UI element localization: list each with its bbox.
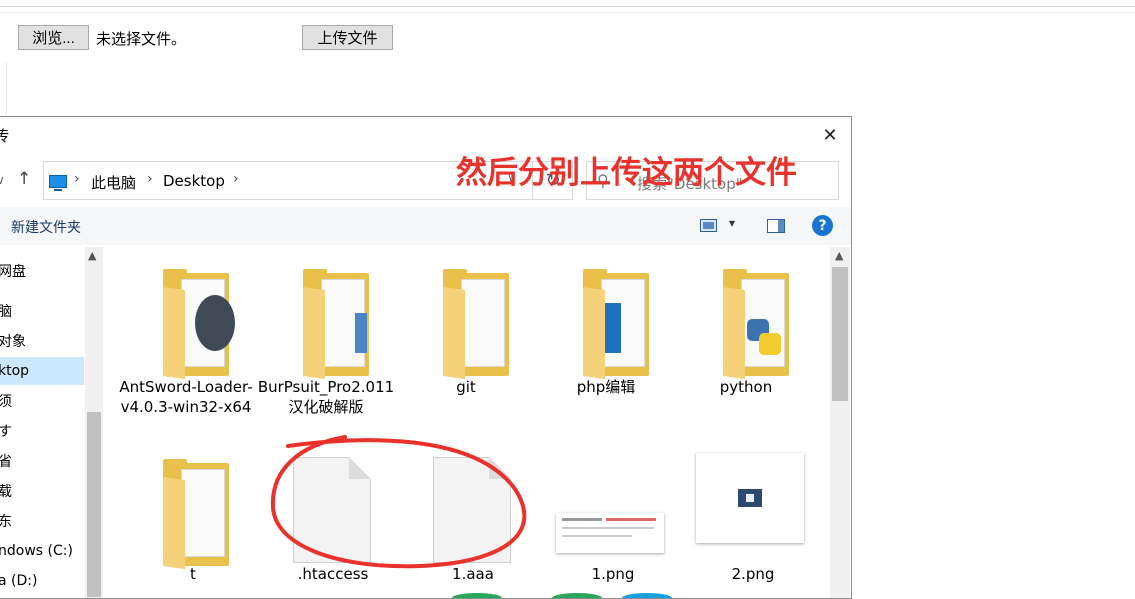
nav-item-desktop[interactable]: ktop [0,357,84,385]
nav-item-this-pc[interactable]: 脑 [0,297,84,325]
nav-item-label: ndows (C:) [0,543,73,559]
help-icon[interactable]: ? [812,215,833,236]
file-name: 1.aaa [452,565,494,583]
nav-item-label: ktop [0,363,30,379]
nav-item-label: 东 [0,511,12,531]
file-name: BurPsuit_Pro2.011汉化破解版 [257,378,395,416]
file-name: AntSword-Loader-v4.0.3-win32-x64 [119,378,253,416]
change-view-icon[interactable] [700,219,717,232]
nav-item-drive-c[interactable]: ndows (C:) [0,537,84,565]
file-open-dialog: 传 ✕ ∨ ↑ › 此电脑 › Desktop › ∨ ↻ ⚲ 搜索"Deskt… [0,116,852,599]
nav-item-label: 网盘 [0,264,26,280]
partial-icon [552,593,602,598]
browser-top-border-secondary [0,12,1135,13]
document-icon [433,457,511,563]
folder-icon [443,269,509,380]
breadcrumb-desktop[interactable]: Desktop [163,172,225,190]
file-list: AntSword-Loader-v4.0.3-win32-x64 BurPsui… [104,247,829,598]
folder-icon [303,269,369,380]
close-icon[interactable]: ✕ [818,123,842,147]
nav-item-label: 须 [0,391,12,411]
file-name: 1.png [591,565,635,583]
recent-locations-chevron-icon[interactable]: ∨ [0,173,5,187]
folder-icon [163,269,235,380]
nav-item-videos[interactable]: 须 [0,387,84,415]
computer-icon [49,175,67,191]
file-name: php编辑 [576,378,636,396]
dialog-toolbar: 新建文件夹 ▾ ? [0,207,851,245]
file-list-scrollbar[interactable]: ▲ [830,247,850,598]
file-list-scrollbar-thumb[interactable] [832,267,848,401]
file-name: .htaccess [297,565,369,583]
nav-item-pictures[interactable]: す [0,417,84,445]
chevron-right-icon[interactable]: › [147,171,153,187]
nav-item-label: 脑 [0,301,12,321]
nav-item-label: す [0,421,12,441]
nav-item-label: a (D:) [0,573,38,589]
new-folder-button[interactable]: 新建文件夹 [11,217,81,237]
navigation-pane: 网盘 脑 对象 ktop 须 す 省 载 东 ndows (C:) a (D:)… [0,247,104,598]
nav-item-cloud-drive[interactable]: 网盘 [0,257,84,285]
nav-item-label: 载 [0,481,12,501]
folder-icon [583,269,649,380]
scroll-up-arrow-icon[interactable]: ▲ [835,249,843,262]
browser-top-border [0,6,1135,7]
file-name: 2.png [731,565,775,583]
upload-file-button[interactable]: 上传文件 [302,25,393,50]
page-left-border [6,62,7,122]
dialog-title: 传 [0,125,9,146]
file-name: python [719,378,773,396]
nav-item-documents[interactable]: 省 [0,447,84,475]
nav-item-label: 省 [0,451,12,471]
image-thumbnail [696,453,804,543]
nav-item-3d-objects[interactable]: 对象 [0,327,84,355]
breadcrumb-this-pc[interactable]: 此电脑 [91,172,136,193]
nav-scrollbar[interactable]: ▲ [85,247,103,598]
up-arrow-icon[interactable]: ↑ [17,169,31,189]
preview-pane-icon[interactable] [767,219,785,233]
chevron-right-icon[interactable]: › [74,171,80,187]
file-name: git [456,378,476,396]
file-name: t [190,565,196,583]
nav-item-music[interactable]: 东 [0,507,84,535]
folder-icon [723,269,789,380]
chevron-right-icon[interactable]: › [233,171,239,187]
nav-item-drive-d[interactable]: a (D:) [0,567,84,595]
folder-icon [163,459,229,570]
no-file-selected-text: 未选择文件。 [96,30,187,48]
nav-scrollbar-thumb[interactable] [87,412,101,597]
partial-icon [452,593,502,598]
nav-item-downloads[interactable]: 载 [0,477,84,505]
partial-icon [622,593,672,598]
nav-item-label: 对象 [0,334,26,350]
browse-button[interactable]: 浏览... [18,25,89,50]
red-annotation-text: 然后分别上传这两个文件 [456,155,797,191]
document-icon [293,457,371,563]
image-thumbnail [556,513,664,553]
view-dropdown-icon[interactable]: ▾ [729,216,735,230]
scroll-up-arrow-icon[interactable]: ▲ [88,249,96,262]
